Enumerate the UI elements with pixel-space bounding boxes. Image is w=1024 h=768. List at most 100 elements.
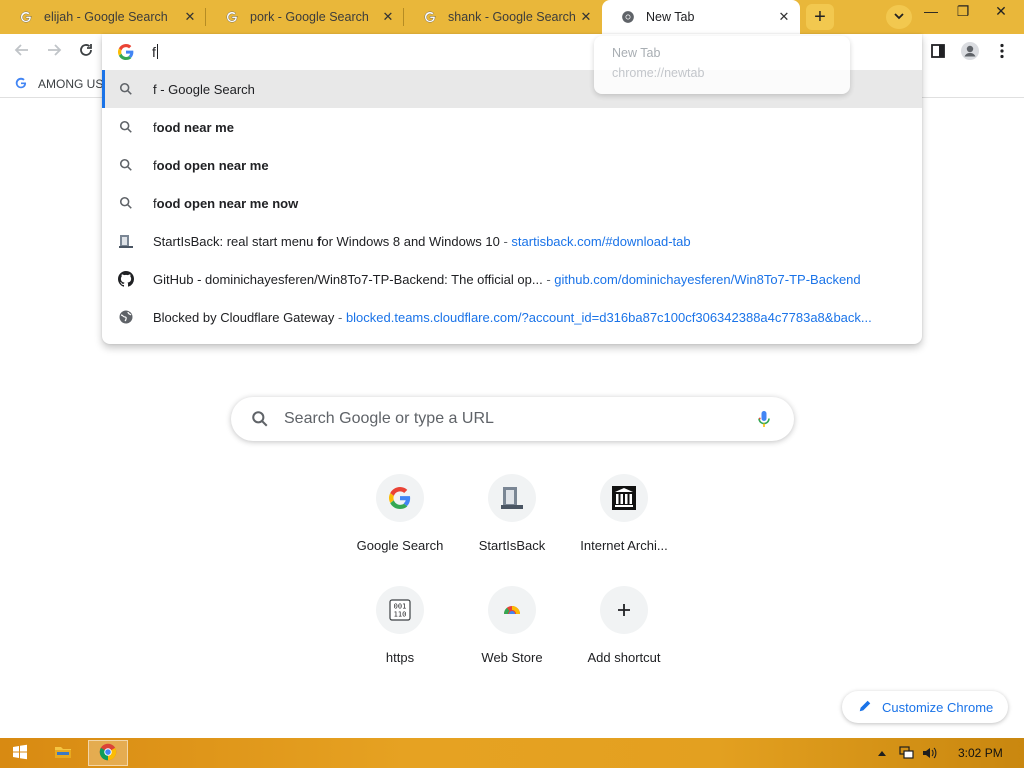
suggestion-url: blocked.teams.cloudflare.com/?account_id… [345,310,872,325]
close-icon[interactable]: ✕ [182,9,198,25]
shortcut-https[interactable]: 001 110 https [344,586,456,694]
suggestion-title: GitHub - dominichayesferen/Win8To7-TP-Ba… [153,272,543,287]
suggestion-text: GitHub - dominichayesferen/Win8To7-TP-Ba… [153,272,861,287]
omnibox-value: f [152,44,156,60]
close-icon[interactable]: ✕ [776,9,792,25]
startisback-icon [488,474,536,522]
suggestion-text: StartIsBack: real start menu for Windows… [153,234,691,249]
startisback-icon [118,233,134,249]
microphone-icon[interactable] [754,409,774,429]
suggestion-text: Blocked by Cloudflare Gateway - blocked.… [153,310,872,325]
taskbar-file-explorer[interactable] [50,740,76,766]
customize-label: Customize Chrome [882,699,994,715]
chevron-up-icon [878,747,886,759]
close-icon[interactable]: ✕ [380,9,396,25]
forward-button[interactable] [42,40,66,64]
tab-hover-card: New Tab chrome://newtab [594,36,850,94]
shortcut-label: StartIsBack [478,538,546,553]
tab-strip: elijah - Google Search ✕ pork - Google S… [0,0,1024,34]
shortcut-label: Web Store [481,650,543,665]
reload-button[interactable] [74,40,98,64]
new-tab-button[interactable]: + [806,4,834,30]
tab-new-tab[interactable]: New Tab ✕ [602,0,800,34]
shortcut-label: Internet Archi... [580,538,668,553]
suggestion-title: Blocked by Cloudflare Gateway [153,310,335,325]
restore-button[interactable]: ❐ [946,0,980,22]
search-icon [118,157,134,173]
taskbar-clock[interactable]: 3:02 PM [958,746,1003,760]
shortcut-internet-archive[interactable]: Internet Archi... [568,474,680,582]
suggestion-completion: ood near me [156,120,234,135]
shortcut-label: Add shortcut [587,650,661,665]
shortcut-google-search[interactable]: Google Search [344,474,456,582]
tab-shank[interactable]: shank - Google Search ✕ [404,0,602,34]
tab-elijah[interactable]: elijah - Google Search ✕ [0,0,206,34]
add-shortcut-button[interactable]: Add shortcut [568,586,680,694]
profile-button[interactable] [958,40,982,64]
suggestion-food-open-near-me-now[interactable]: food open near me now [102,184,922,222]
search-icon [118,81,134,97]
avatar-icon [960,41,980,64]
google-icon [422,9,438,25]
minimize-button[interactable]: — [914,0,948,22]
suggestion-github[interactable]: GitHub - dominichayesferen/Win8To7-TP-Ba… [102,260,922,298]
bookmark-among-us[interactable]: AMONG US [14,76,103,92]
taskbar-chrome[interactable] [88,740,128,766]
suggestion-title-rest: or Windows 8 and Windows 10 [321,234,500,249]
omnibox-text[interactable]: f [152,44,158,60]
shortcut-web-store[interactable]: Web Store [456,586,568,694]
suggestion-text: food open near me now [153,196,298,211]
tab-pork[interactable]: pork - Google Search ✕ [206,0,404,34]
tab-label: New Tab [646,10,695,24]
window-close-button[interactable]: ✕ [984,0,1018,22]
suggestion-startisback[interactable]: StartIsBack: real start menu for Windows… [102,222,922,260]
google-icon [18,9,34,25]
shortcut-startisback[interactable]: StartIsBack [456,474,568,582]
suggestion-text: food open near me [153,158,269,173]
volume-icon[interactable] [922,745,938,761]
svg-text:110: 110 [394,611,407,619]
folder-icon [54,744,72,763]
shortcut-label: https [385,650,415,665]
suggestion-cloudflare[interactable]: Blocked by Cloudflare Gateway - blocked.… [102,298,922,336]
suggestion-url: github.com/dominichayesferen/Win8To7-TP-… [554,272,861,287]
back-button[interactable] [10,40,34,64]
menu-button[interactable] [990,40,1014,64]
tab-label: elijah - Google Search [44,10,168,24]
tab-label: shank - Google Search [448,10,576,24]
suggestion-text: food near me [153,120,234,135]
start-button[interactable] [8,740,32,766]
globe-icon [118,309,134,325]
tab-search-button[interactable] [886,5,912,29]
side-panel-icon [930,43,946,62]
arrow-left-icon [14,42,30,63]
search-icon [118,119,134,135]
network-icon[interactable] [898,745,914,761]
suggestion-completion: ood open near me [156,158,269,173]
side-panel-button[interactable] [926,40,950,64]
suggestion-url: startisback.com/#download-tab [511,234,691,249]
show-hidden-icons-button[interactable] [874,745,890,761]
suggestion-separator: - [542,272,555,287]
customize-chrome-button[interactable]: Customize Chrome [842,691,1008,723]
ntp-search-box[interactable]: Search Google or type a URL [231,397,794,441]
suggestion-food-open-near-me[interactable]: food open near me [102,146,922,184]
chrome-icon [620,9,636,25]
google-icon [118,44,134,60]
suggestion-food-near-me[interactable]: food near me [102,108,922,146]
github-icon [118,271,134,287]
search-icon [118,195,134,211]
hover-card-url: chrome://newtab [612,66,705,80]
archive-icon [600,474,648,522]
suggestion-separator: - [499,234,512,249]
bookmark-label: AMONG US [38,77,104,91]
google-icon [224,9,240,25]
suggestion-separator: - [334,310,346,325]
close-icon[interactable]: ✕ [578,9,594,25]
svg-text:001: 001 [394,603,407,611]
shortcut-label: Google Search [356,538,444,553]
suggestion-title: StartIsBack: real start menu [153,234,318,249]
google-icon [376,474,424,522]
google-icon [14,76,30,92]
binary-icon: 001 110 [376,586,424,634]
